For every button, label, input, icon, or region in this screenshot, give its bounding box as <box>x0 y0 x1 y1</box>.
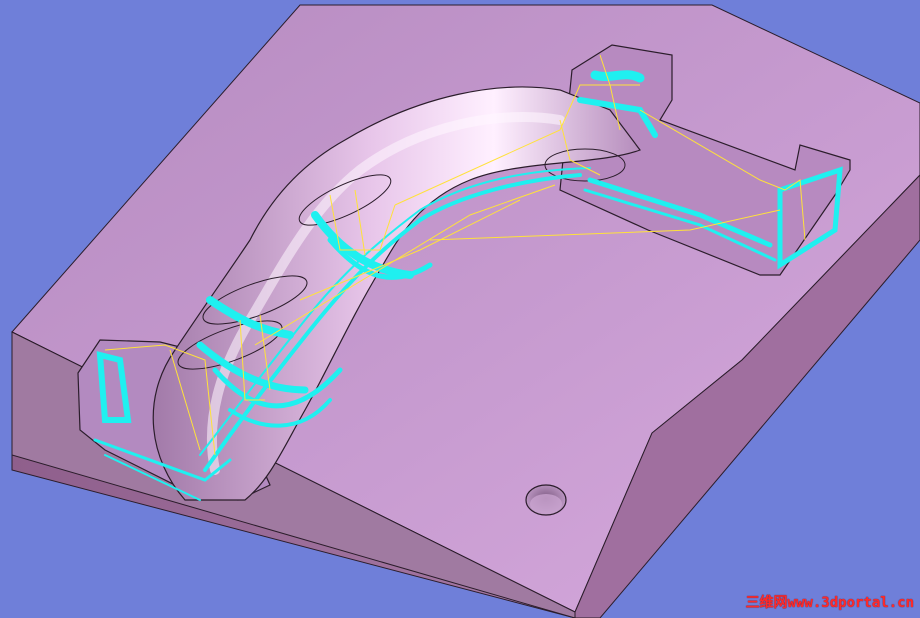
locating-hole-inner <box>530 494 562 514</box>
mold-part-scene[interactable] <box>0 0 920 618</box>
watermark-text: 三维网www.3dportal.cn <box>745 595 914 611</box>
cad-viewport[interactable]: 三维网www.3dportal.cn <box>0 0 920 618</box>
